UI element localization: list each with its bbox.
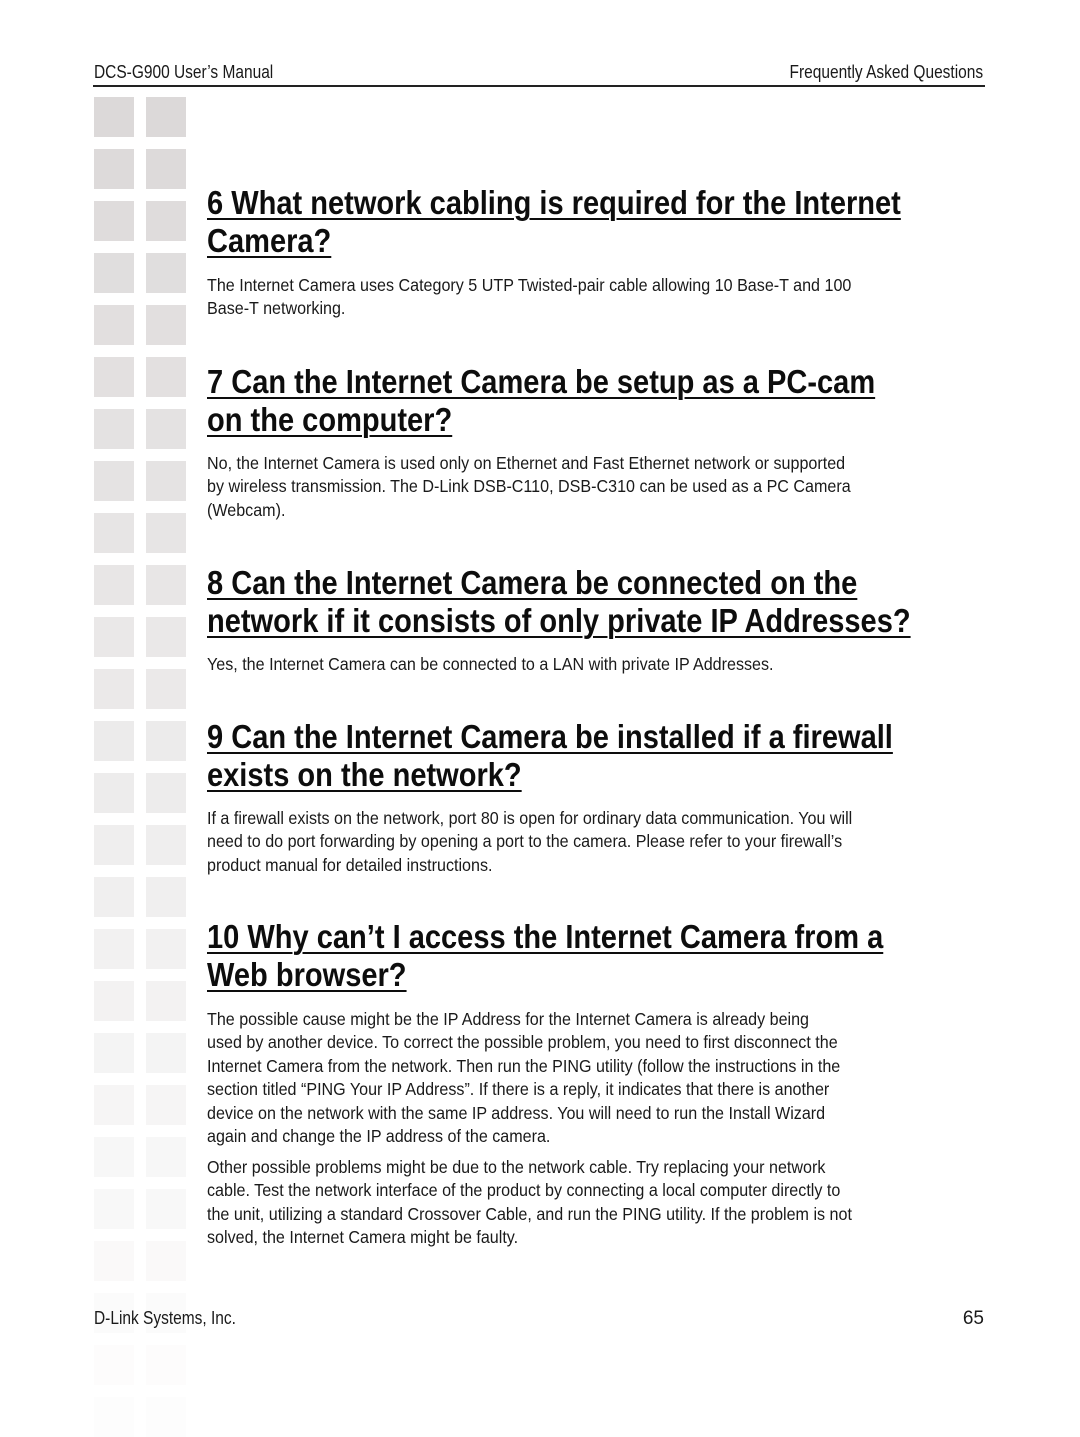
decorative-square [146,149,186,189]
decorative-square [94,1137,134,1177]
faq-question-line: 7 Can the Internet Camera be setup as a … [207,363,876,400]
faq-answer-10: The possible cause might be the IP Addre… [207,1008,997,1148]
decorative-square [94,1241,134,1281]
header-divider [93,85,985,87]
answer-line: used by another device. To correct the p… [207,1032,838,1053]
faq-question-7: 7 Can the Internet Camera be setup as a … [207,363,966,439]
decorative-square [146,981,186,1021]
decorative-square [94,1345,134,1385]
faq-answer-6: The Internet Camera uses Category 5 UTP … [207,274,997,321]
decorative-sidebar-squares [0,0,200,1437]
decorative-square [146,513,186,553]
faq-question-line: Web browser? [207,956,407,993]
faq-question-line: on the computer? [207,401,453,438]
decorative-square [146,1137,186,1177]
decorative-square [146,721,186,761]
answer-line: Base-T networking. [207,298,346,319]
decorative-square [94,565,134,605]
faq-question-10: 10 Why can’t I access the Internet Camer… [207,918,975,994]
answer-line: the unit, utilizing a standard Crossover… [207,1203,852,1224]
answer-line: cable. Test the network interface of the… [207,1180,841,1201]
decorative-square [146,669,186,709]
section-title: Frequently Asked Questions [789,62,983,82]
faq-question-8: 8 Can the Internet Camera be connected o… [207,564,1007,640]
decorative-square [94,617,134,657]
answer-line: section titled “PING Your IP Address”. I… [207,1079,830,1100]
faq-answer-8: Yes, the Internet Camera can be connecte… [207,653,997,676]
faq-answer-9: If a firewall exists on the network, por… [207,807,997,877]
answer-line: (Webcam). [207,499,286,520]
decorative-square [94,149,134,189]
decorative-square [94,1397,134,1437]
answer-line: device on the network with the same IP a… [207,1102,826,1123]
decorative-square [146,617,186,657]
answer-line: by wireless transmission. The D-Link DSB… [207,476,851,497]
answer-line: again and change the IP address of the c… [207,1126,551,1147]
faq-question-line: network if it consists of only private I… [207,602,911,639]
faq-question-line: 6 What network cabling is required for t… [207,184,901,221]
decorative-square [94,981,134,1021]
decorative-square [146,825,186,865]
decorative-square [94,305,134,345]
faq-question-line: 10 Why can’t I access the Internet Camer… [207,918,884,955]
page-number: 65 [962,1308,984,1329]
answer-line: Internet Camera from the network. Then r… [207,1055,841,1076]
decorative-square [94,1085,134,1125]
answer-line: solved, the Internet Camera might be fau… [207,1227,519,1248]
decorative-square [94,97,134,137]
footer-company: D-Link Systems, Inc. [94,1308,236,1328]
faq-question-line: 8 Can the Internet Camera be connected o… [207,564,858,601]
answer-line: need to do port forwarding by opening a … [207,831,843,852]
decorative-square [146,1345,186,1385]
decorative-square [94,409,134,449]
answer-line: The Internet Camera uses Category 5 UTP … [207,275,852,295]
answer-line: product manual for detailed instructions… [207,854,493,875]
decorative-square [94,357,134,397]
decorative-square [94,669,134,709]
decorative-square [146,97,186,137]
decorative-square [94,877,134,917]
decorative-square [146,877,186,917]
decorative-square [146,1397,186,1437]
decorative-square [146,357,186,397]
decorative-square [146,1033,186,1073]
decorative-square [94,513,134,553]
answer-line: No, the Internet Camera is used only on … [207,453,846,473]
answer-line: Other possible problems might be due to … [207,1157,826,1177]
decorative-square [146,1241,186,1281]
decorative-square [146,461,186,501]
decorative-square [146,305,186,345]
faq-question-line: 9 Can the Internet Camera be installed i… [207,718,893,755]
answer-line: The possible cause might be the IP Addre… [207,1009,810,1029]
faq-question-9: 9 Can the Internet Camera be installed i… [207,718,986,794]
decorative-square [146,565,186,605]
decorative-square [146,253,186,293]
answer-line: If a firewall exists on the network, por… [207,808,853,828]
decorative-square [146,1085,186,1125]
decorative-square [146,201,186,241]
faq-answer-7: No, the Internet Camera is used only on … [207,452,997,522]
decorative-square [94,201,134,241]
decorative-square [94,1189,134,1229]
decorative-square [94,825,134,865]
decorative-square [94,773,134,813]
decorative-square [94,721,134,761]
decorative-square [146,1189,186,1229]
decorative-square [94,1033,134,1073]
decorative-square [146,929,186,969]
decorative-square [146,409,186,449]
decorative-square [94,929,134,969]
decorative-square [94,253,134,293]
decorative-square [94,461,134,501]
faq-answer-10-continued: Other possible problems might be due to … [207,1156,997,1250]
faq-question-line: exists on the network? [207,756,522,793]
faq-question-line: Camera? [207,222,332,259]
decorative-square [146,773,186,813]
answer-line: Yes, the Internet Camera can be connecte… [207,654,774,674]
faq-question-6: 6 What network cabling is required for t… [207,184,995,260]
